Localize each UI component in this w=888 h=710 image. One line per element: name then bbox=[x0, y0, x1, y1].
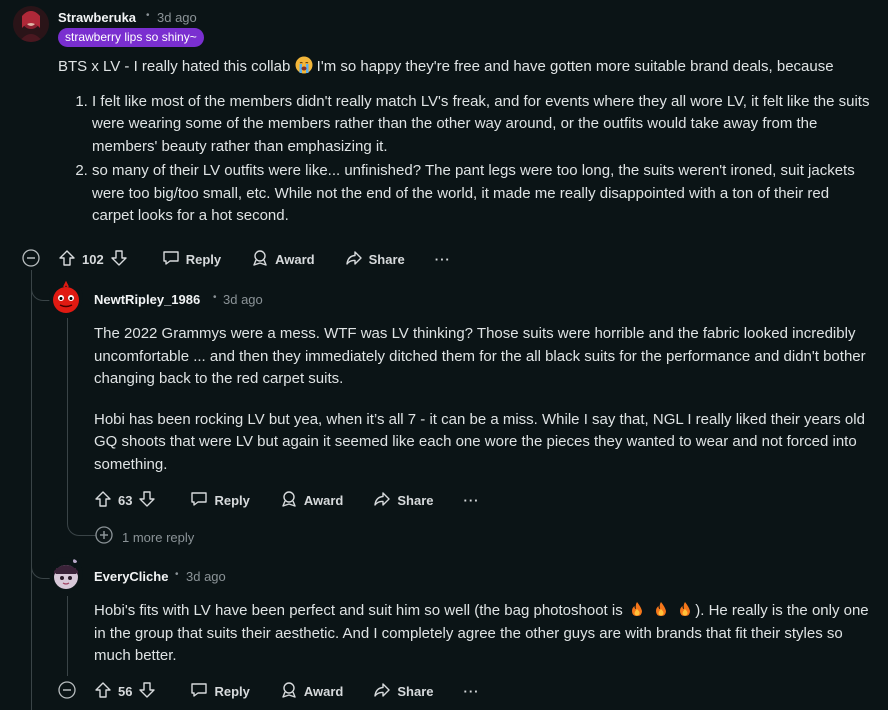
separator-dot: • bbox=[213, 292, 217, 303]
vote-count: 63 bbox=[118, 492, 133, 508]
vote-group: 63 bbox=[94, 490, 156, 511]
award-label: Award bbox=[303, 683, 344, 699]
share-label: Share bbox=[397, 683, 434, 699]
more-options-button[interactable]: ··· bbox=[464, 493, 480, 508]
comment-body: BTS x LV - I really hated this collab I'… bbox=[58, 56, 873, 230]
upvote-icon[interactable] bbox=[94, 490, 112, 511]
share-icon bbox=[373, 490, 391, 511]
upvote-icon[interactable] bbox=[58, 249, 76, 270]
username[interactable]: NewtRipley_1986 bbox=[94, 292, 200, 307]
award-icon bbox=[280, 490, 298, 511]
timestamp[interactable]: 3d ago bbox=[186, 569, 226, 584]
share-button[interactable]: Share bbox=[345, 249, 405, 270]
collapse-icon[interactable] bbox=[22, 249, 40, 272]
vote-count: 102 bbox=[82, 251, 104, 267]
more-options-icon: ··· bbox=[463, 492, 480, 508]
fire-emoji bbox=[630, 600, 644, 623]
user-flair: strawberry lips so shiny~ bbox=[58, 28, 204, 47]
separator-dot: • bbox=[175, 569, 179, 580]
award-button[interactable]: Award bbox=[251, 249, 315, 270]
comment-body: Hobi's fits with LV have been perfect an… bbox=[94, 600, 870, 668]
reply-button[interactable]: Reply bbox=[190, 490, 250, 511]
comment-list: I felt like most of the members didn't r… bbox=[58, 91, 873, 228]
downvote-icon[interactable] bbox=[138, 681, 156, 702]
share-label: Share bbox=[368, 251, 405, 267]
more-options-icon: ··· bbox=[434, 251, 451, 267]
collapse-icon[interactable] bbox=[58, 681, 76, 704]
username[interactable]: EveryCliche bbox=[94, 569, 168, 584]
reply-button[interactable]: Reply bbox=[190, 681, 250, 702]
award-icon bbox=[251, 249, 269, 270]
comment-actions: 102 Reply Award Share ··· bbox=[58, 249, 451, 269]
avatar[interactable] bbox=[49, 557, 83, 591]
reply-icon bbox=[162, 249, 180, 270]
sob-emoji bbox=[295, 56, 313, 79]
thread-line-main bbox=[31, 270, 32, 710]
reply-label: Reply bbox=[185, 251, 222, 267]
thread-line-c3 bbox=[67, 596, 68, 676]
share-icon bbox=[373, 681, 391, 702]
username[interactable]: Strawberuka bbox=[58, 10, 136, 25]
comment-actions: 56 Reply Award Share ··· bbox=[94, 681, 480, 701]
share-icon bbox=[345, 249, 363, 270]
list-item: so many of their LV outfits were like...… bbox=[92, 160, 873, 228]
share-label: Share bbox=[397, 492, 434, 508]
comment-intro: BTS x LV - I really hated this collab bbox=[58, 58, 291, 75]
vote-count: 56 bbox=[118, 683, 133, 699]
downvote-icon[interactable] bbox=[110, 249, 128, 270]
award-button[interactable]: Award bbox=[280, 681, 344, 702]
reply-icon bbox=[190, 681, 208, 702]
comment-intro-rest: I'm so happy they're free and have gotte… bbox=[316, 58, 834, 75]
reply-label: Reply bbox=[214, 492, 250, 508]
fire-emoji bbox=[678, 600, 692, 623]
more-replies-label: 1 more reply bbox=[122, 530, 195, 545]
comment-actions: 63 Reply Award Share ··· bbox=[94, 490, 480, 510]
thread-line-c2 bbox=[67, 318, 68, 524]
avatar[interactable] bbox=[49, 280, 83, 314]
reply-button[interactable]: Reply bbox=[162, 249, 221, 270]
more-options-button[interactable]: ··· bbox=[435, 252, 451, 267]
comment-paragraph: Hobi has been rocking LV but yea, when i… bbox=[94, 410, 865, 473]
upvote-icon[interactable] bbox=[94, 681, 112, 702]
comment-paragraph: The 2022 Grammys were a mess. WTF was LV… bbox=[94, 325, 866, 387]
share-button[interactable]: Share bbox=[373, 490, 434, 511]
comment-text: Hobi's fits with LV have been perfect an… bbox=[94, 602, 623, 619]
award-icon bbox=[280, 681, 298, 702]
more-options-button[interactable]: ··· bbox=[464, 684, 480, 699]
expand-icon bbox=[95, 526, 113, 549]
vote-group: 56 bbox=[94, 681, 156, 702]
separator-dot: • bbox=[146, 10, 150, 21]
more-options-icon: ··· bbox=[463, 683, 480, 699]
avatar[interactable] bbox=[13, 6, 49, 42]
timestamp[interactable]: 3d ago bbox=[157, 10, 197, 25]
fire-emoji bbox=[654, 600, 668, 623]
downvote-icon[interactable] bbox=[138, 490, 156, 511]
award-button[interactable]: Award bbox=[280, 490, 344, 511]
share-button[interactable]: Share bbox=[373, 681, 434, 702]
award-label: Award bbox=[275, 251, 315, 267]
comment-body: The 2022 Grammys were a mess. WTF was LV… bbox=[94, 323, 870, 476]
reply-icon bbox=[190, 490, 208, 511]
timestamp[interactable]: 3d ago bbox=[223, 292, 263, 307]
list-item: I felt like most of the members didn't r… bbox=[92, 91, 873, 159]
reply-label: Reply bbox=[214, 683, 250, 699]
award-label: Award bbox=[303, 492, 344, 508]
more-replies-button[interactable]: 1 more reply bbox=[95, 526, 194, 549]
vote-group: 102 bbox=[58, 249, 128, 270]
